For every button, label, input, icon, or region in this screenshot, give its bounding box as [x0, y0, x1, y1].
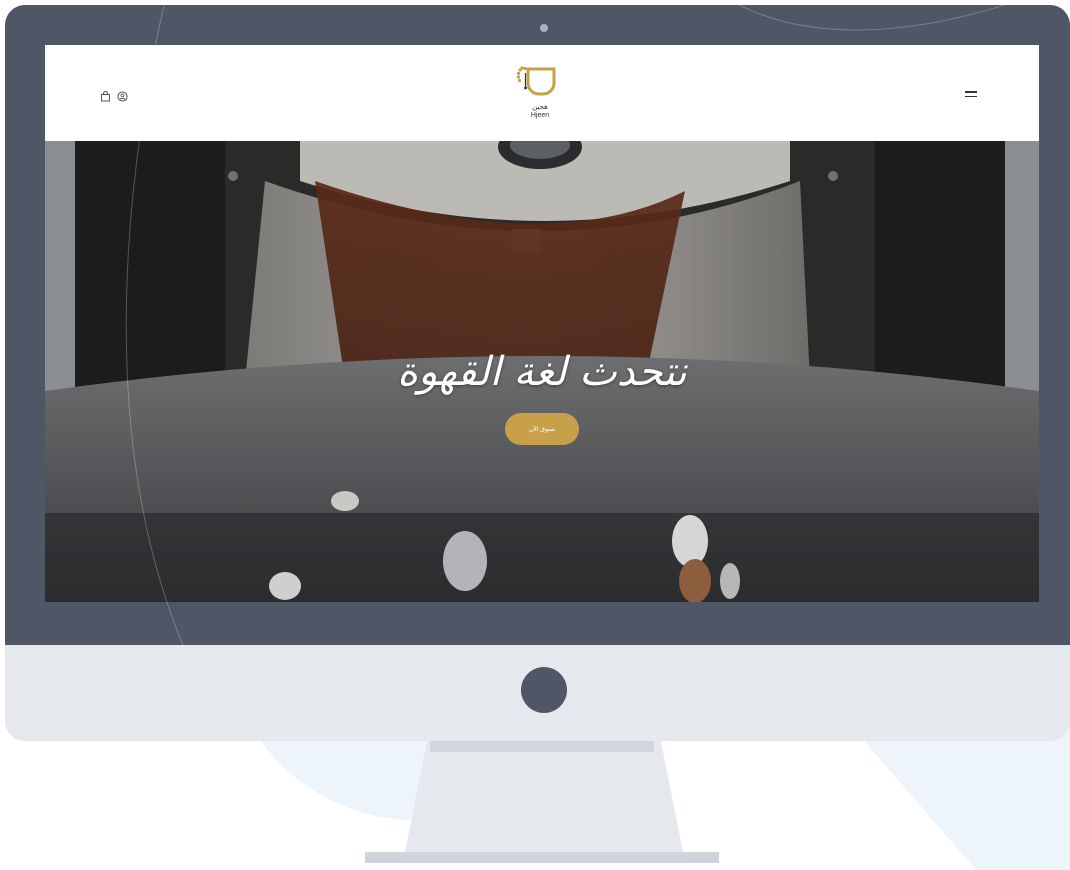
header-icons: [100, 87, 128, 102]
site-header: هجين Hjeen: [45, 45, 1039, 141]
monitor-home-button: [521, 667, 567, 713]
brand-name-english: Hjeen: [530, 112, 550, 119]
monitor-stand-shadow: [430, 740, 654, 752]
monitor-stand-base: [365, 852, 719, 863]
shopping-bag-icon[interactable]: [100, 87, 111, 102]
monitor-stand: [405, 740, 683, 852]
shop-now-button[interactable]: تسوق الآن: [505, 413, 579, 445]
brand-name-arabic: هجين: [532, 103, 548, 111]
website-screen: هجين Hjeen نتحدث لغة القهوة تسوق الآن: [45, 45, 1039, 602]
hamburger-menu-icon[interactable]: [965, 91, 977, 99]
camera-dot: [540, 24, 548, 32]
user-circle-icon[interactable]: [117, 87, 128, 102]
brand-logo[interactable]: هجين Hjeen: [510, 63, 570, 125]
monitor-frame: هجين Hjeen نتحدث لغة القهوة تسوق الآن: [5, 5, 1070, 741]
hero-title: نتحدث لغة القهوة: [397, 349, 687, 395]
coffee-cup-logo-icon: [516, 66, 556, 96]
hero-section: نتحدث لغة القهوة تسوق الآن: [45, 141, 1039, 602]
